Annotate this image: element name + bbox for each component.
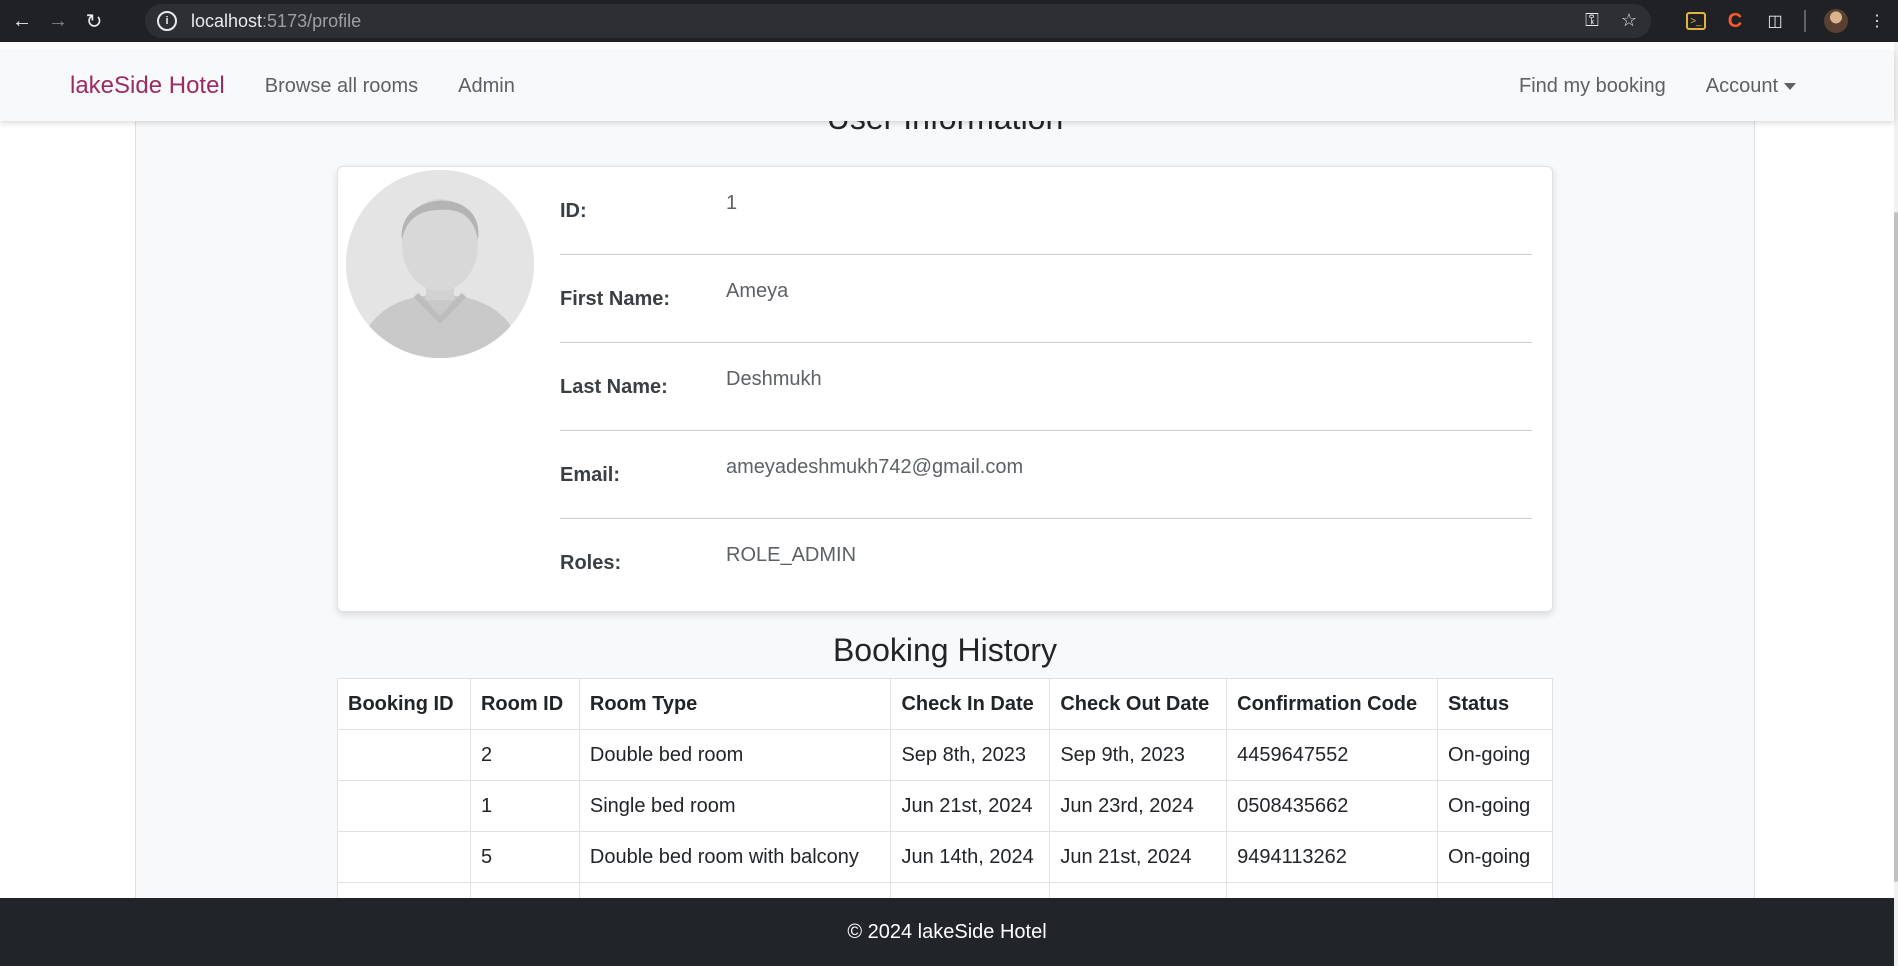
col-room-type: Room Type [578, 678, 892, 730]
user-info-card: ID: 1 First Name: Ameya Last Name: Deshm… [337, 166, 1553, 612]
status-cell: On-going [1437, 780, 1553, 832]
booking-id-cell [337, 729, 471, 781]
table-row: 5 Double bed room with balcony Jun 14th,… [337, 831, 1553, 883]
col-room-id: Room ID [469, 678, 580, 730]
table-row: 1 Single bed room Jun 21st, 2024 Jun 23r… [337, 780, 1553, 832]
nav-find-booking[interactable]: Find my booking [1519, 75, 1666, 98]
status-cell: On-going [1437, 831, 1553, 883]
confirmation-cell: 4459647552 [1226, 729, 1439, 781]
col-booking-id: Booking ID [337, 678, 471, 730]
toolbar-divider [1804, 10, 1806, 32]
status-cell: On-going [1437, 729, 1553, 781]
user-avatar [346, 170, 534, 358]
table-row: 2 Double bed room Sep 8th, 2023 Sep 9th,… [337, 729, 1553, 781]
terminal-extension-icon[interactable]: >_ [1686, 12, 1706, 30]
room-type-cell: Single bed room [578, 780, 892, 832]
first-name-value: Ameya [726, 280, 789, 302]
scrollbar-thumb[interactable] [1894, 212, 1898, 882]
email-value: ameyadeshmukh742@gmail.com [726, 456, 1024, 478]
profile-row-first-name: First Name: Ameya [560, 255, 1532, 343]
booking-history-title: Booking History [832, 632, 1058, 668]
profile-avatar-icon[interactable] [1824, 9, 1848, 33]
site-info-icon[interactable]: i [157, 11, 177, 31]
roles-label: Roles: [560, 552, 622, 574]
forward-icon[interactable]: → [44, 7, 72, 35]
confirmation-cell: 0508435662 [1226, 780, 1439, 832]
app-navbar: lakeSide Hotel Browse all rooms Admin Fi… [0, 51, 1894, 121]
chevron-down-icon [1784, 82, 1796, 90]
first-name-label: First Name: [560, 288, 671, 310]
account-label: Account [1705, 74, 1778, 97]
back-icon[interactable]: ← [8, 7, 36, 35]
footer-text: © 2024 lakeSide Hotel [847, 920, 1047, 943]
id-value: 1 [726, 192, 738, 214]
nav-browse-rooms[interactable]: Browse all rooms [265, 75, 418, 98]
password-key-icon[interactable]: ⚿ [1585, 10, 1599, 31]
col-confirmation: Confirmation Code [1226, 678, 1439, 730]
roles-value: ROLE_ADMIN [726, 544, 857, 566]
confirmation-cell: 9494113262 [1226, 831, 1439, 883]
page-footer: © 2024 lakeSide Hotel [0, 898, 1894, 966]
bookmark-star-icon[interactable]: ☆ [1621, 10, 1637, 31]
check-out-cell: Jun 21st, 2024 [1049, 831, 1228, 883]
check-in-cell: Jun 21st, 2024 [890, 780, 1051, 832]
check-out-cell: Sep 9th, 2023 [1049, 729, 1228, 781]
brand-link[interactable]: lakeSide Hotel [70, 72, 225, 100]
booking-id-cell [337, 780, 471, 832]
last-name-label: Last Name: [560, 376, 668, 398]
profile-row-last-name: Last Name: Deshmukh [560, 343, 1532, 431]
check-in-cell: Jun 14th, 2024 [890, 831, 1051, 883]
nav-account-dropdown[interactable]: Account [1706, 75, 1796, 98]
room-id-cell: 1 [469, 780, 580, 832]
room-id-cell: 2 [469, 729, 580, 781]
room-type-cell: Double bed room with balcony [578, 831, 892, 883]
booking-history-table: Booking ID Room ID Room Type Check In Da… [337, 678, 1553, 934]
address-bar[interactable]: i localhost:5173/profile ⚿ ☆ [145, 4, 1651, 38]
c-extension-icon[interactable]: C [1724, 10, 1746, 32]
check-out-cell: Jun 23rd, 2024 [1049, 780, 1228, 832]
booking-id-cell [337, 831, 471, 883]
check-in-cell: Sep 8th, 2023 [890, 729, 1051, 781]
profile-row-email: Email: ameyadeshmukh742@gmail.com [560, 431, 1532, 519]
last-name-value: Deshmukh [726, 368, 822, 390]
room-type-cell: Double bed room [578, 729, 892, 781]
room-id-cell: 5 [469, 831, 580, 883]
more-menu-icon[interactable]: ⋮ [1866, 10, 1888, 32]
col-check-in: Check In Date [890, 678, 1051, 730]
col-check-out: Check Out Date [1049, 678, 1228, 730]
browser-toolbar: ← → ↻ i localhost:5173/profile ⚿ ☆ >_ C … [0, 0, 1898, 42]
reload-icon[interactable]: ↻ [80, 7, 108, 35]
page-scrollbar[interactable] [1894, 42, 1898, 966]
nav-admin[interactable]: Admin [458, 75, 515, 98]
profile-row-roles: Roles: ROLE_ADMIN [560, 519, 1532, 609]
id-label: ID: [560, 200, 587, 222]
email-label: Email: [560, 464, 621, 486]
profile-row-id: ID: 1 [560, 167, 1532, 255]
col-status: Status [1437, 678, 1553, 730]
url-text[interactable]: localhost:5173/profile [191, 11, 361, 32]
extensions-puzzle-icon[interactable]: ◫ [1764, 10, 1786, 32]
table-header-row: Booking ID Room ID Room Type Check In Da… [337, 678, 1553, 730]
